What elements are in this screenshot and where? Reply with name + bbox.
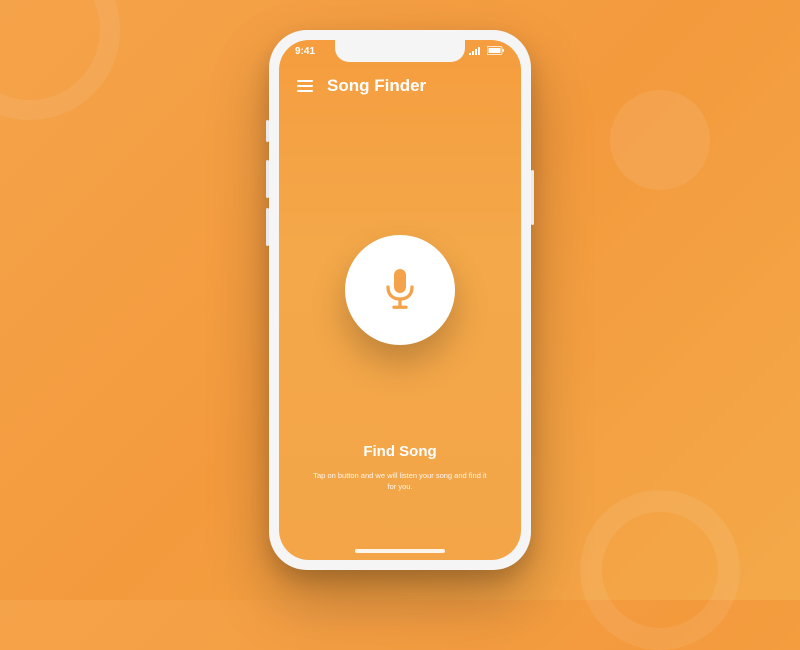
bg-decoration-circle — [0, 0, 120, 120]
phone-side-button — [266, 208, 269, 246]
status-indicators — [469, 46, 505, 58]
phone-side-button — [266, 160, 269, 198]
phone-side-button — [531, 170, 534, 225]
cta-section: Find Song Tap on button and we will list… — [279, 443, 521, 493]
signal-icon — [469, 46, 483, 58]
app-header: Song Finder — [279, 76, 521, 96]
bg-decoration-circle — [580, 490, 740, 650]
status-time: 9:41 — [295, 46, 315, 58]
phone-frame: 9:41 Song Finder — [269, 30, 531, 570]
phone-notch — [335, 40, 465, 62]
app-title: Song Finder — [327, 76, 426, 96]
home-indicator[interactable] — [355, 549, 445, 553]
cta-subtitle: Tap on button and we will listen your so… — [309, 470, 491, 493]
phone-side-button — [266, 120, 269, 142]
phone-screen: 9:41 Song Finder — [279, 40, 521, 560]
cta-title: Find Song — [309, 443, 491, 460]
battery-icon — [487, 46, 505, 58]
bg-decoration-circle — [610, 90, 710, 190]
microphone-icon — [381, 269, 419, 311]
listen-button[interactable] — [345, 235, 455, 345]
hamburger-menu-icon[interactable] — [297, 80, 313, 92]
